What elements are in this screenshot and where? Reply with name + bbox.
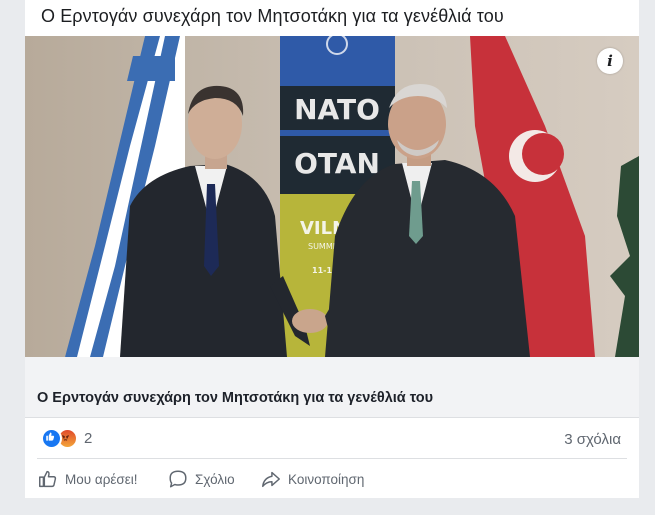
share-button[interactable]: Κοινοποίηση bbox=[260, 462, 364, 496]
feed-background bbox=[0, 498, 655, 515]
handshake bbox=[292, 309, 328, 333]
comment-button[interactable]: Σχόλιο bbox=[167, 462, 235, 496]
link-preview-image[interactable]: NATO OTAN VILNI SUMMIT | S 11-12 V i bbox=[25, 36, 639, 357]
reaction-count: 2 bbox=[84, 429, 93, 447]
post-stats: 2 3 σχόλια bbox=[25, 418, 639, 458]
comment-label: Σχόλιο bbox=[195, 471, 235, 487]
comment-icon bbox=[169, 470, 187, 488]
summit-photo: NATO OTAN VILNI SUMMIT | S 11-12 V bbox=[25, 36, 639, 357]
reactions-summary[interactable]: 2 bbox=[41, 427, 93, 449]
comments-count[interactable]: 3 σχόλια bbox=[564, 431, 621, 448]
nato-text: NATO bbox=[294, 93, 380, 126]
divider bbox=[37, 458, 627, 459]
share-label: Κοινοποίηση bbox=[288, 471, 365, 487]
like-label: Μου αρέσει! bbox=[65, 471, 138, 487]
link-caption[interactable]: Ο Ερντογάν συνεχάρη τον Μητσοτάκη για τα… bbox=[25, 357, 639, 418]
like-button[interactable]: Μου αρέσει! bbox=[37, 462, 138, 496]
info-icon[interactable]: i bbox=[597, 48, 623, 74]
thumbs-up-icon bbox=[39, 470, 57, 488]
share-arrow-icon bbox=[262, 471, 280, 488]
otan-text: OTAN bbox=[294, 147, 380, 180]
post-text: Ο Ερντογάν συνεχάρη τον Μητσοτάκη για τα… bbox=[41, 6, 504, 26]
action-bar: Μου αρέσει! Σχόλιο Κοινοποίηση bbox=[25, 462, 639, 496]
link-title[interactable]: Ο Ερντογάν συνεχάρη τον Μητσοτάκη για τα… bbox=[37, 390, 433, 406]
post-card: Ο Ερντογάν συνεχάρη τον Μητσοτάκη για τα… bbox=[25, 0, 639, 498]
like-icon bbox=[41, 427, 62, 449]
